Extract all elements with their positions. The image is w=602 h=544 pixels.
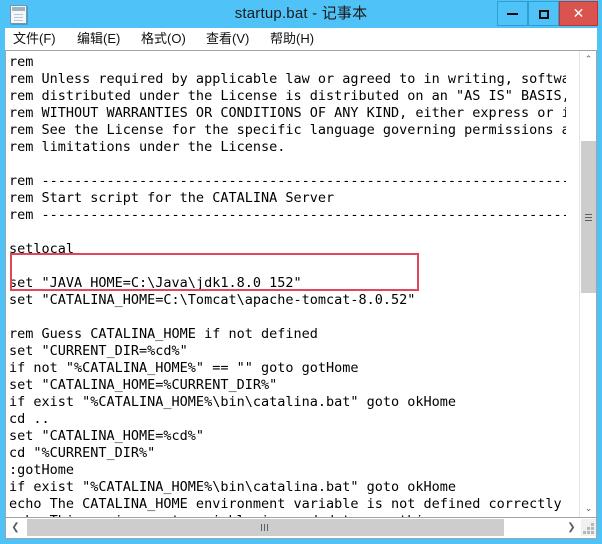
horizontal-scrollbar[interactable]: ❮ ❯ <box>5 518 597 539</box>
menu-item-edit[interactable]: 编辑(E) <box>77 30 120 48</box>
grip-icon <box>261 524 262 531</box>
scroll-up-arrow-icon[interactable]: ⌃ <box>580 51 596 68</box>
title-bar[interactable]: startup.bat - 记事本 ✕ <box>0 0 602 28</box>
menu-item-view[interactable]: 查看(V) <box>206 30 249 48</box>
menu-item-format[interactable]: 格式(O) <box>141 30 186 48</box>
scroll-left-arrow-icon[interactable]: ❮ <box>6 518 25 537</box>
notepad-window: startup.bat - 记事本 ✕ 文件(F) 编辑(E) 格式(O) 查看… <box>0 0 602 544</box>
scroll-right-arrow-icon[interactable]: ❯ <box>562 518 581 537</box>
grip-icon <box>585 214 592 215</box>
close-icon: ✕ <box>572 5 585 21</box>
maximize-button[interactable] <box>528 1 559 26</box>
maximize-icon <box>538 9 549 19</box>
script-content[interactable]: rem rem Unless required by applicable la… <box>9 54 566 517</box>
minimize-button[interactable] <box>497 1 528 26</box>
close-button[interactable]: ✕ <box>559 1 598 26</box>
resize-grip-icon[interactable] <box>581 519 596 536</box>
menu-item-file[interactable]: 文件(F) <box>13 30 56 48</box>
vertical-scrollbar-thumb[interactable] <box>581 141 596 293</box>
editor-client-area: rem rem Unless required by applicable la… <box>5 50 597 518</box>
menu-item-help[interactable]: 帮助(H) <box>270 30 314 48</box>
scroll-down-arrow-icon[interactable]: ⌄ <box>580 500 596 517</box>
horizontal-scrollbar-thumb[interactable] <box>27 519 504 536</box>
menu-bar: 文件(F) 编辑(E) 格式(O) 查看(V) 帮助(H) <box>5 28 597 50</box>
text-editor-area[interactable]: rem rem Unless required by applicable la… <box>6 51 566 517</box>
vertical-scrollbar[interactable]: ⌃ ⌄ <box>579 51 596 517</box>
minimize-icon <box>507 12 518 15</box>
